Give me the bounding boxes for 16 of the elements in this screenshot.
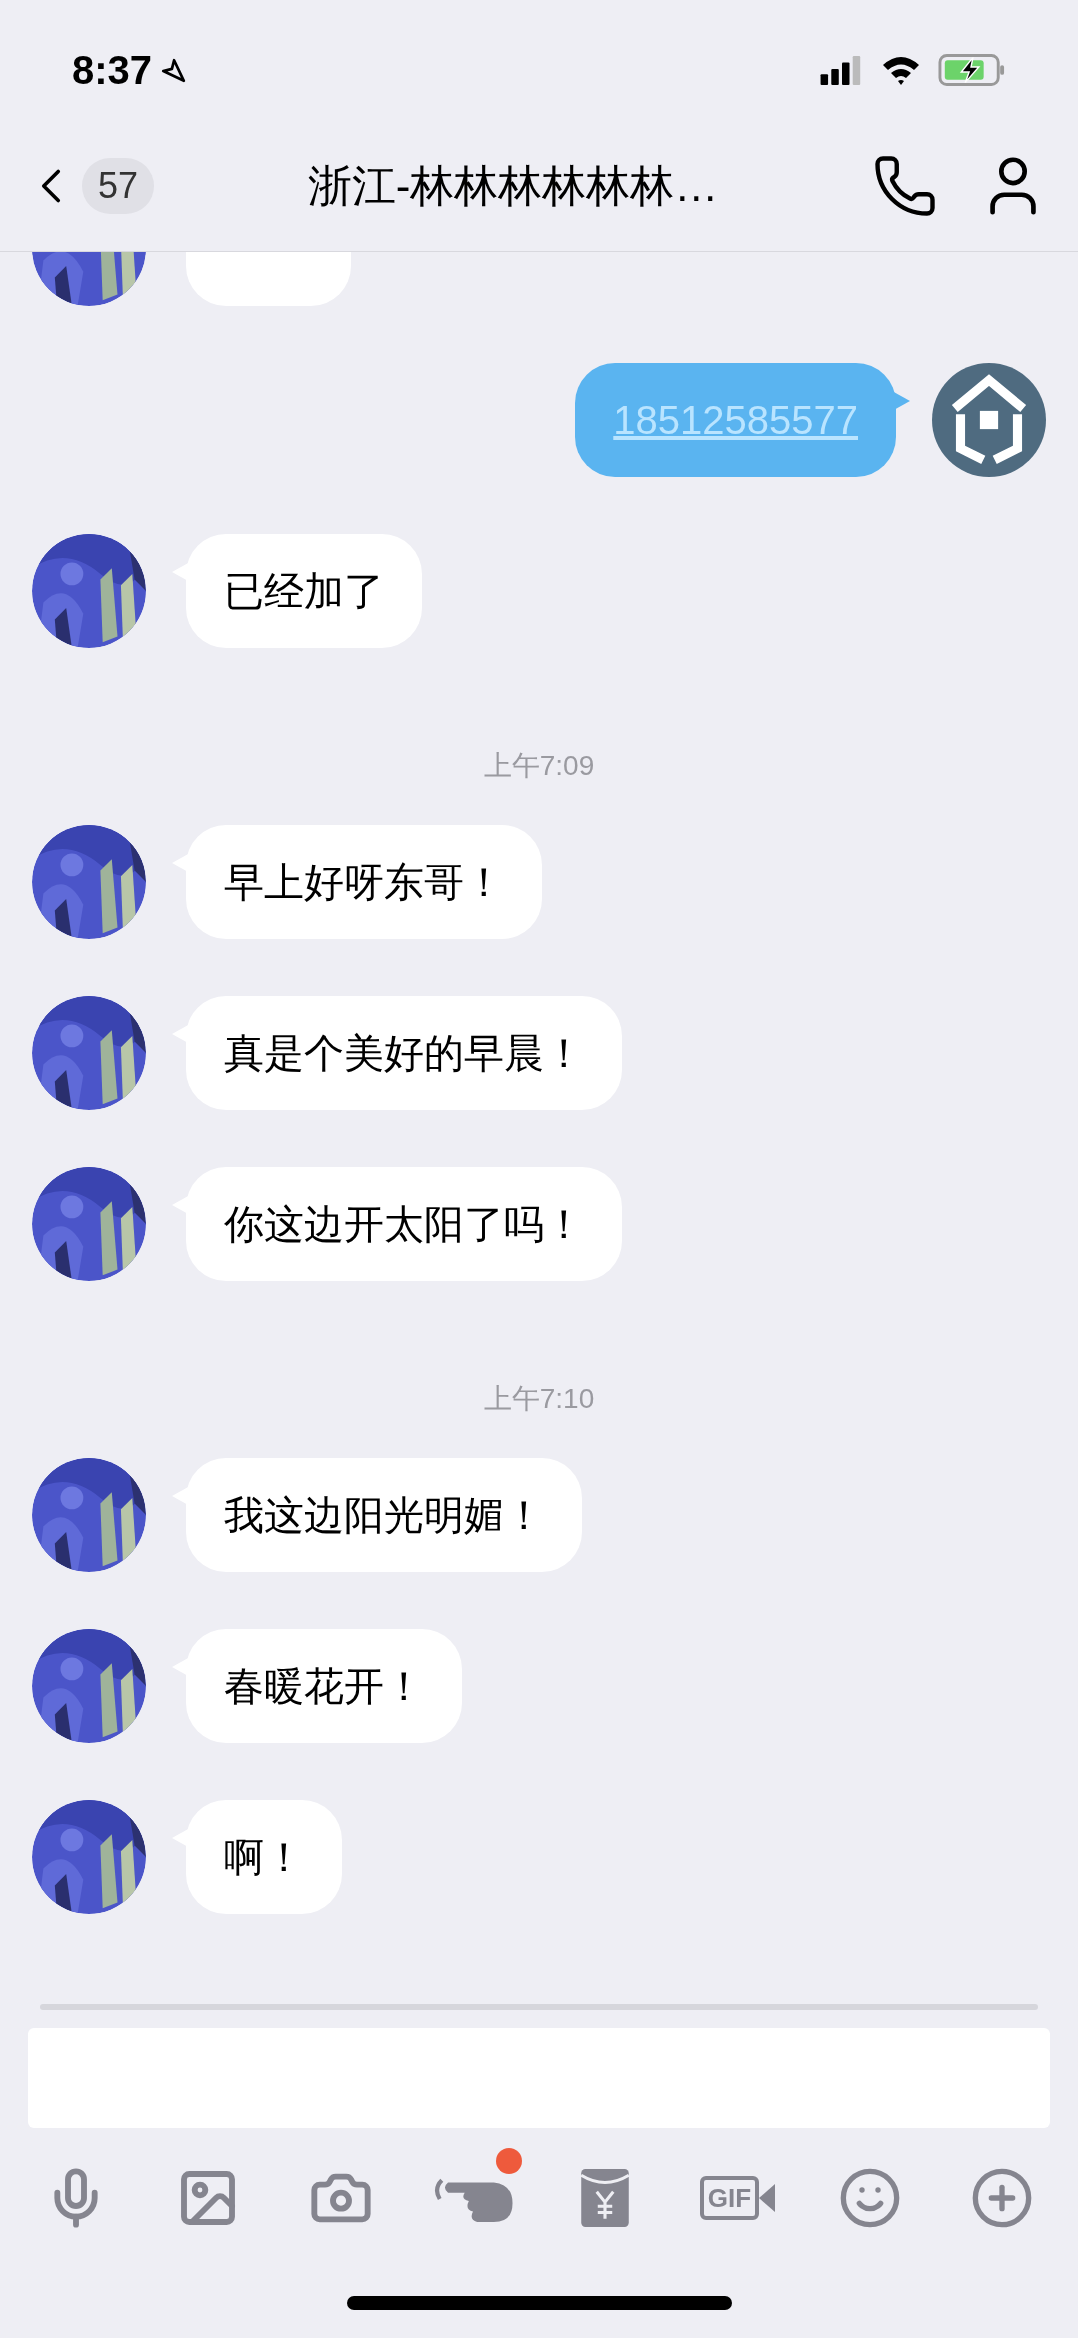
message-text: 春暖花开！: [224, 1663, 424, 1710]
message-text: 你这边开太阳了吗！: [224, 1201, 584, 1248]
timestamp: 上午7:10: [483, 1382, 595, 1416]
phone-link[interactable]: 18512585577: [613, 390, 858, 450]
message-text: 已经加了: [224, 568, 384, 615]
message-text: 啊！: [224, 1834, 304, 1881]
envelope-icon[interactable]: [579, 2167, 632, 2229]
back-button[interactable]: 57: [22, 150, 155, 221]
location-arrow-icon: [160, 57, 187, 83]
message-text: 真是个美好的早晨！: [224, 1030, 584, 1077]
status-time: 8:37: [72, 47, 153, 94]
message-text: 早上好呀东哥！: [224, 859, 504, 906]
logo-icon: [932, 363, 1046, 477]
message-text: 我这边阳光明媚！: [224, 1492, 544, 1539]
chat-title: 浙江-林林林林林林…: [306, 159, 720, 212]
timestamp: 上午7:09: [483, 749, 595, 783]
